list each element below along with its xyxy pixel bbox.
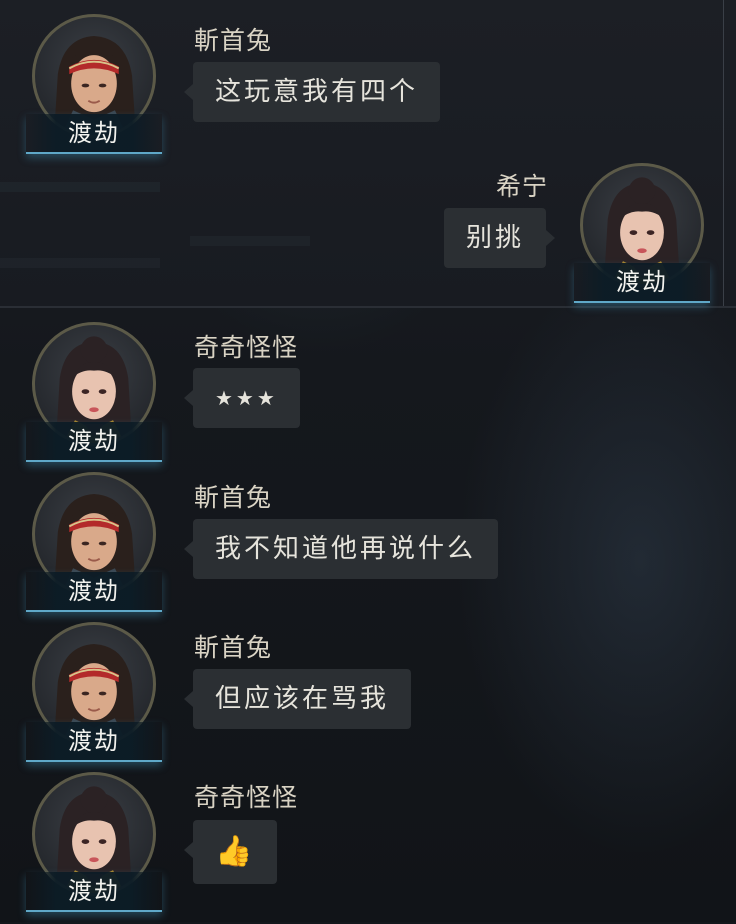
message-text: ★★★: [215, 386, 278, 410]
player-avatar[interactable]: 渡劫: [26, 772, 162, 924]
bubble-tail: [184, 84, 193, 100]
bubble-tail: [184, 842, 193, 858]
player-avatar[interactable]: 渡劫: [574, 163, 710, 315]
thumbs-up-icon: 👍: [215, 834, 256, 869]
rank-label: 渡劫: [68, 727, 120, 755]
message-bubble[interactable]: ★★★: [184, 368, 300, 428]
player-avatar[interactable]: 渡劫: [26, 472, 162, 624]
sender-name: 希宁: [495, 172, 548, 201]
bubble-tail: [184, 541, 193, 557]
sender-name: 斬首兔: [194, 483, 273, 512]
sender-name: 奇奇怪怪: [194, 333, 299, 362]
message-text: 别挑: [466, 223, 525, 253]
message-bubble[interactable]: 👍: [184, 820, 278, 884]
message-bubble[interactable]: 我不知道他再说什么: [184, 519, 499, 579]
message-text: 但应该在骂我: [215, 684, 390, 714]
message-bubble[interactable]: 别挑: [444, 208, 556, 268]
sender-name: 奇奇怪怪: [194, 783, 299, 812]
sender-name: 斬首兔: [194, 26, 273, 55]
player-avatar[interactable]: 渡劫: [26, 14, 162, 166]
message-bubble[interactable]: 但应该在骂我: [184, 669, 412, 729]
rank-label: 渡劫: [68, 577, 120, 605]
message-text: 这玩意我有四个: [215, 77, 419, 107]
player-avatar[interactable]: 渡劫: [26, 622, 162, 774]
rank-label: 渡劫: [68, 877, 120, 905]
message-text: 我不知道他再说什么: [215, 534, 477, 564]
bubble-tail: [546, 230, 556, 246]
panel-edge: [723, 0, 724, 306]
player-avatar[interactable]: 渡劫: [26, 322, 162, 474]
sender-name: 斬首兔: [194, 633, 273, 662]
bubble-tail: [184, 390, 193, 406]
rank-label: 渡劫: [68, 119, 120, 147]
rank-label: 渡劫: [68, 427, 120, 455]
message-bubble[interactable]: 这玩意我有四个: [184, 62, 441, 122]
rank-label: 渡劫: [616, 268, 668, 296]
bubble-tail: [184, 691, 193, 707]
